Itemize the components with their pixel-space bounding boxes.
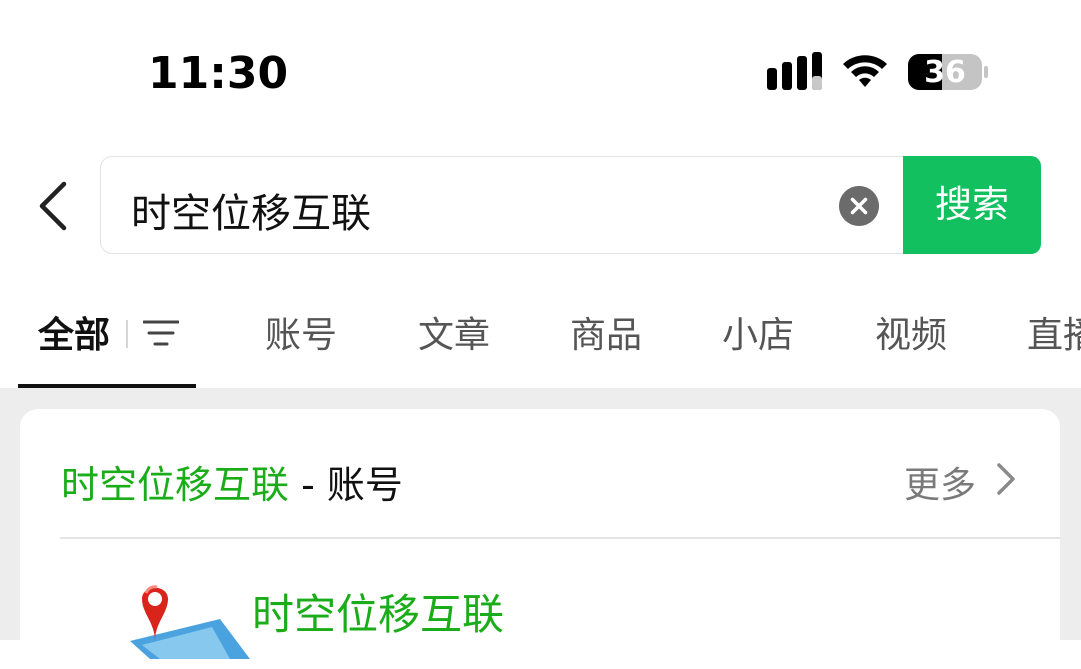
location-pin-map-logo — [130, 585, 250, 659]
battery-level: 36 — [924, 55, 966, 90]
tab-videos[interactable]: 视频 — [875, 306, 947, 358]
cellular-signal-icon — [767, 52, 822, 90]
section-divider — [60, 537, 1060, 539]
more-link[interactable]: 更多 — [904, 456, 976, 508]
search-query[interactable]: 时空位移互联 — [131, 181, 371, 239]
tab-products[interactable]: 商品 — [570, 306, 642, 358]
section-title: 时空位移互联 - 账号 — [61, 454, 403, 509]
section-title-suffix: - 账号 — [289, 463, 403, 507]
tab-live[interactable]: 直播 — [1027, 306, 1081, 358]
tab-articles[interactable]: 文章 — [418, 306, 490, 358]
search-button[interactable]: 搜索 — [903, 156, 1041, 254]
status-bar: 11:30 36 — [0, 0, 1081, 140]
filter-icon[interactable] — [143, 316, 179, 350]
tab-shops[interactable]: 小店 — [722, 306, 794, 358]
section-title-keyword: 时空位移互联 — [61, 463, 290, 507]
search-input[interactable]: 时空位移互联 — [100, 156, 903, 254]
status-time: 11:30 — [148, 48, 289, 99]
account-name[interactable]: 时空位移互联 — [252, 581, 504, 642]
category-tabs: 全部 账号 文章 商品 小店 视频 直播 — [0, 290, 1081, 388]
clear-circle-icon[interactable] — [839, 186, 879, 226]
account-results-card: 时空位移互联 - 账号 更多 时空位移互联 — [20, 409, 1060, 669]
tab-all[interactable]: 全部 — [38, 306, 110, 358]
wifi-icon — [843, 55, 887, 87]
chevron-left-icon[interactable] — [30, 178, 78, 234]
tab-accounts[interactable]: 账号 — [265, 306, 337, 358]
tab-divider — [126, 320, 128, 348]
chevron-right-icon[interactable] — [994, 459, 1018, 499]
